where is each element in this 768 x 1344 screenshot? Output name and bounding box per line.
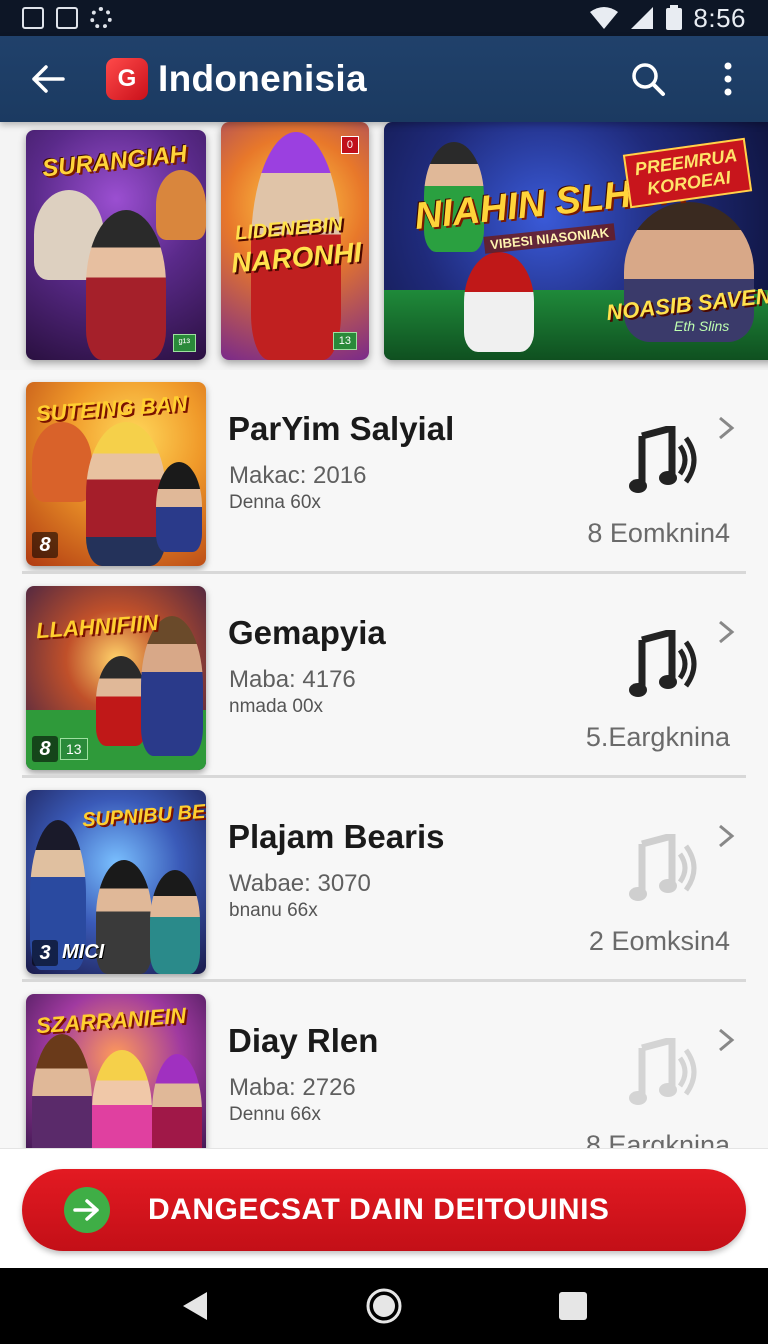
item-thumbnail: SZARRANIEIN <box>26 994 206 1172</box>
item-thumbnail-badge: MICI <box>62 941 105 963</box>
item-thumbnail-number: 8 <box>32 532 58 558</box>
item-thumbnail-number: 3 <box>32 940 58 966</box>
clock: 8:56 <box>693 2 746 33</box>
featured-card[interactable]: NIAHIN SLHBA VIBESI NIASONIAK PREEMRUA K… <box>384 122 768 360</box>
item-thumbnail-title: LLAHNIFIIN <box>35 609 159 644</box>
chevron-right-icon[interactable] <box>714 416 738 440</box>
item-title: ParYim Salyial <box>228 410 455 447</box>
search-button[interactable] <box>626 57 670 101</box>
back-button[interactable] <box>20 51 76 107</box>
cta-bar: DANGECSAT DAIN DEITOUINIS <box>0 1148 768 1268</box>
featured-card-badge: 0 <box>340 136 359 154</box>
wifi-icon <box>590 7 619 29</box>
item-thumbnail-title: SUTEING BAN <box>35 390 189 427</box>
page-title: Indonenisia <box>158 58 367 99</box>
notification-icon <box>22 7 44 29</box>
back-arrow-icon <box>32 65 65 93</box>
hero-character <box>86 210 166 360</box>
arrow-right-circle-icon <box>64 1187 110 1233</box>
more-options-button[interactable] <box>706 57 750 101</box>
chevron-right-icon[interactable] <box>714 1028 738 1052</box>
app-logo-glyph: G <box>117 65 137 92</box>
character <box>96 860 152 974</box>
nav-recents-button[interactable] <box>545 1278 601 1334</box>
status-bar: 8:56 <box>0 0 768 36</box>
item-count: 2 Eomksin4 <box>588 926 730 956</box>
player-character <box>141 616 203 756</box>
item-thumbnail-title: SUPNIBU BESS! <box>81 798 206 832</box>
download-button-label: DANGECSAT DAIN DEITOUINIS <box>148 1193 610 1226</box>
fox-character <box>32 422 92 502</box>
back-triangle-icon <box>182 1292 207 1320</box>
settings-icon <box>90 7 112 29</box>
system-nav-bar <box>0 1268 768 1344</box>
item-thumbnail: LLAHNIFIIN 8 13 <box>26 586 206 770</box>
list-item[interactable]: SUPNIBU BESS! 3 MICI Plaјam Bearis Wabae… <box>0 778 768 982</box>
nav-home-button[interactable] <box>356 1278 412 1334</box>
item-meta: Maba: 4176 <box>229 666 356 693</box>
item-count: 8 Eomknin4 <box>587 518 730 548</box>
music-note-icon[interactable] <box>628 834 700 906</box>
game-list: SUTEING BAN 8 ParYim Salyial Makac: 2016… <box>0 370 768 1172</box>
cat-character <box>156 170 206 240</box>
app-logo: G <box>106 58 148 100</box>
item-thumbnail: SUPNIBU BESS! 3 MICI <box>26 790 206 974</box>
item-thumbnail-number: 8 <box>32 736 58 762</box>
player-character <box>464 252 534 352</box>
item-sub: Dennu 66x <box>229 1104 321 1125</box>
featured-card-badge: ᵍ¹³ <box>172 334 196 352</box>
screen: 8:56 G Indonenisia SURANGIAH ᵍ¹³ 0 LIDEN… <box>0 0 768 1344</box>
player-character <box>96 656 146 746</box>
list-item[interactable]: LLAHNIFIIN 8 13 Gemapyia Maba: 4176 nmad… <box>0 574 768 778</box>
list-item[interactable]: SUTEING BAN 8 ParYim Salyial Makac: 2016… <box>0 370 768 574</box>
music-note-icon[interactable] <box>628 630 700 702</box>
item-sub: nmada 00x <box>229 696 324 717</box>
item-thumbnail-badge: 13 <box>60 738 88 760</box>
hero-character <box>86 422 166 566</box>
app-bar: G Indonenisia <box>0 36 768 122</box>
recents-square-icon <box>559 1292 588 1320</box>
music-note-icon[interactable] <box>628 1038 700 1110</box>
item-title: Gemapyia <box>228 614 386 651</box>
featured-card-badge: 13 <box>332 332 357 350</box>
item-title: Plaјam Bearis <box>228 818 445 855</box>
download-button[interactable]: DANGECSAT DAIN DEITOUINIS <box>22 1169 746 1251</box>
chevron-right-icon[interactable] <box>714 620 738 644</box>
item-meta: Wabae: 3070 <box>229 870 371 897</box>
featured-carousel: SURANGIAH ᵍ¹³ 0 LIDENEBIN NARONHI 13 NIA… <box>0 122 768 370</box>
featured-card[interactable]: 0 LIDENEBIN NARONHI 13 <box>221 122 369 360</box>
item-thumbnail: SUTEING BAN 8 <box>26 382 206 566</box>
item-meta: Maba: 2726 <box>229 1074 356 1101</box>
battery-icon <box>666 5 683 30</box>
search-icon <box>632 63 665 96</box>
featured-card[interactable]: SURANGIAH ᵍ¹³ <box>26 130 206 360</box>
home-circle-icon <box>366 1288 402 1324</box>
item-meta: Makac: 2016 <box>229 462 367 489</box>
item-sub: bnanu 66x <box>229 900 318 921</box>
item-thumbnail-title: SZARRANIEIN <box>35 1002 187 1039</box>
corner-tag: PREEMRUA KOROEAI <box>622 137 753 209</box>
music-note-icon[interactable] <box>628 426 700 498</box>
nav-back-button[interactable] <box>167 1278 223 1334</box>
kid-character <box>156 462 202 552</box>
featured-card-footer-sub: Eth Slins <box>674 318 730 334</box>
chevron-right-icon[interactable] <box>714 824 738 848</box>
character <box>150 870 200 974</box>
image-icon <box>56 7 78 29</box>
signal-icon <box>631 7 654 29</box>
item-count: 5.Eargknina <box>585 722 730 752</box>
item-title: Diay Rlen <box>228 1022 379 1059</box>
more-vert-icon <box>724 62 732 96</box>
list-item[interactable]: SZARRANIEIN Diay Rlen Maba: 2726 Dennu 6… <box>0 982 768 1172</box>
item-sub: Denna 60x <box>229 492 321 513</box>
